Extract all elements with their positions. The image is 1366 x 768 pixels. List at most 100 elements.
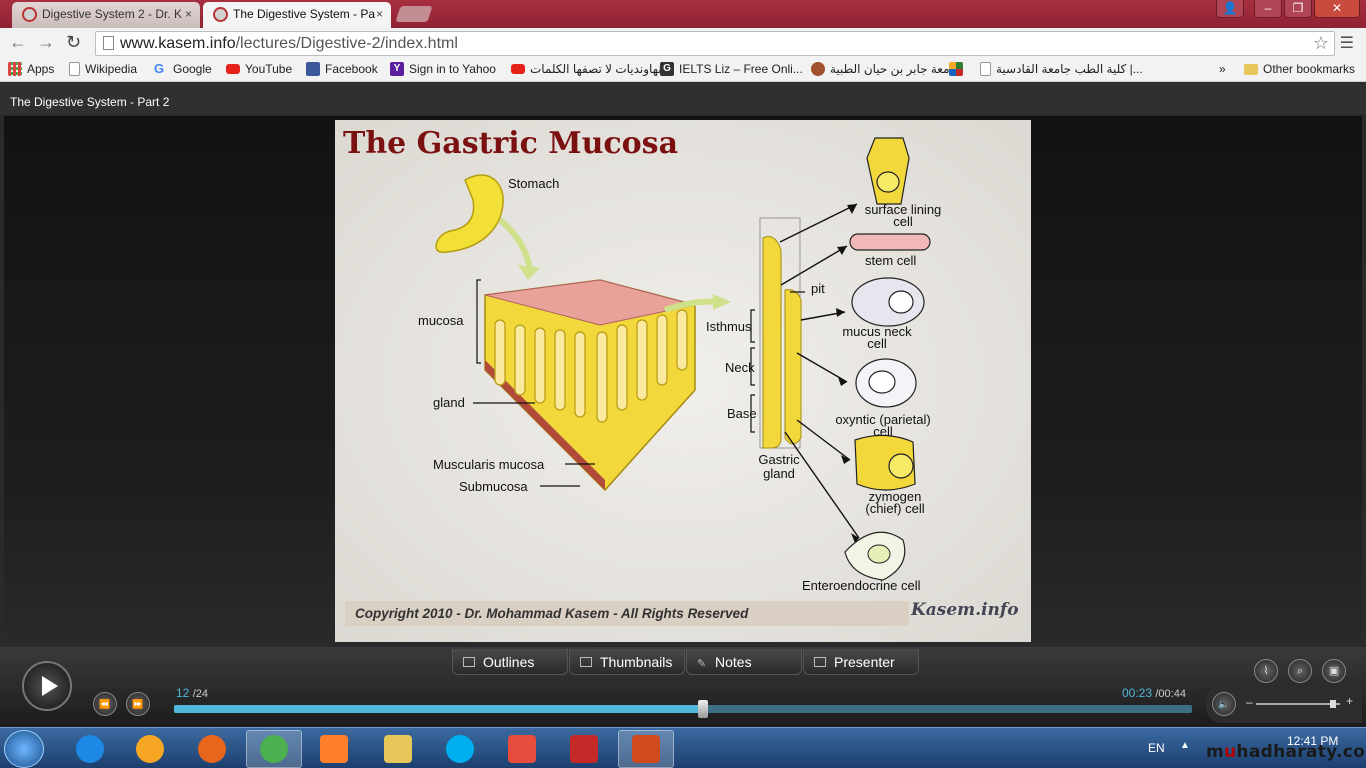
bookmark-label: YouTube (245, 62, 293, 76)
taskbar-app-internet-explorer[interactable] (62, 730, 118, 768)
volume-minus-icon[interactable]: – (1246, 695, 1253, 709)
kasem-favicon-icon (22, 7, 37, 22)
tab-thumbnails[interactable]: Thumbnails (569, 649, 685, 675)
volume-handle[interactable] (1330, 700, 1336, 708)
reload-button[interactable]: ↻ (66, 32, 81, 53)
university-icon (811, 62, 825, 76)
tab-notes[interactable]: ✎ Notes (686, 649, 802, 675)
browser-toolbar: ← → ↻ www.kasem.info/lectures/Digestive-… (0, 28, 1366, 58)
url-path: /lectures/Digestive-2/index.html (235, 35, 458, 52)
back-button[interactable]: ← (9, 32, 27, 53)
tab-outlines[interactable]: Outlines (452, 649, 568, 675)
seek-bar[interactable] (174, 700, 1192, 718)
bookmark-facebook[interactable]: Facebook (306, 62, 378, 76)
new-tab-button[interactable] (395, 6, 433, 22)
volume-plus-icon[interactable]: + (1346, 694, 1353, 708)
fullscreen-icon[interactable]: ▣ (1322, 659, 1346, 683)
seek-handle[interactable] (698, 700, 708, 718)
bookmark-google[interactable]: G Google (154, 61, 212, 77)
presentation-title: The Digestive System - Part 2 (10, 95, 170, 109)
taskbar-app-weather[interactable] (122, 730, 178, 768)
tab-digestive-system-2[interactable]: Digestive System 2 - Dr. K × (12, 2, 200, 28)
next-slide-button[interactable]: ⏩ (126, 692, 150, 716)
taskbar-app-skype[interactable] (432, 730, 488, 768)
label-gland: gland (433, 395, 465, 410)
maximize-button[interactable]: ❐ (1284, 0, 1312, 18)
show-hidden-icons-icon[interactable]: ▲ (1180, 740, 1190, 751)
label-base: Base (727, 406, 757, 421)
folder-icon (1244, 63, 1258, 75)
taskbar-app-powerpoint[interactable] (618, 730, 674, 768)
player-control-bar: Outlines Thumbnails ✎ Notes Presenter ⏪ … (0, 647, 1366, 727)
tab-the-digestive-system[interactable]: The Digestive System - Pa × (203, 2, 391, 28)
label-mucosa: mucosa (418, 313, 464, 328)
bookmark-youtube[interactable]: YouTube (226, 62, 292, 76)
time-total: /00:44 (1155, 688, 1186, 700)
previous-slide-button[interactable]: ⏪ (93, 692, 117, 716)
bookmark-apps[interactable]: Apps (8, 62, 54, 76)
bookmark-jabir-university[interactable]: جامعة جابر بن حيان الطبية (811, 62, 961, 76)
language-indicator[interactable]: EN (1148, 741, 1165, 755)
bookmark-nahawandiyat[interactable]: نهاونديات لا تصفها الكلمات... (511, 62, 672, 76)
windows-start-button[interactable] (4, 730, 44, 768)
tab-close-icon[interactable]: × (376, 2, 383, 26)
bookmark-label: كلية الطب جامعة القادسية |... (996, 62, 1143, 76)
label-zymogen-chief-cell: zymogen (chief) cell (865, 489, 925, 516)
taskbar-app-file-explorer[interactable] (370, 730, 426, 768)
firefox-icon (198, 735, 226, 763)
outline-list-icon (463, 656, 475, 667)
copyright-text: Copyright 2010 - Dr. Mohammad Kasem - Al… (355, 606, 749, 621)
presenter-icon (814, 656, 826, 667)
notes-pencil-icon: ✎ (697, 657, 707, 670)
tab-close-icon[interactable]: × (185, 2, 192, 26)
taskbar-app-firefox[interactable] (184, 730, 240, 768)
chrome-icon (260, 735, 288, 763)
total-slides: /24 (192, 688, 208, 700)
gastric-mucosa-diagram (335, 120, 1031, 642)
speaker-icon[interactable]: 🔈 (1212, 692, 1236, 716)
apps-grid-icon (8, 62, 22, 76)
bookmark-label: IELTS Liz – Free Onli... (679, 62, 803, 76)
bookmarks-bar: Apps Wikipedia G Google YouTube Facebook… (0, 58, 1366, 82)
user-icon[interactable]: 👤 (1216, 0, 1244, 18)
bookmark-star-icon[interactable]: ☆ (1313, 32, 1329, 55)
bookmark-site[interactable] (949, 62, 968, 76)
bookmark-label: Sign in to Yahoo (409, 62, 496, 76)
other-bookmarks[interactable]: Other bookmarks (1244, 62, 1355, 76)
tab-strip: Digestive System 2 - Dr. K × The Digesti… (0, 0, 1366, 28)
taskbar-app-t-app[interactable] (494, 730, 550, 768)
tab-presenter[interactable]: Presenter (803, 649, 919, 675)
bookmark-yahoo[interactable]: Y Sign in to Yahoo (390, 62, 496, 76)
taskbar-app-acrobat[interactable] (556, 730, 612, 768)
windows-taskbar: EN ▲ 12:41 PM (0, 727, 1366, 768)
youtube-icon (511, 64, 525, 74)
minimize-button[interactable]: – (1254, 0, 1282, 18)
play-button[interactable] (22, 661, 72, 711)
slide-title: The Gastric Mucosa (343, 126, 679, 161)
taskbar-app-media-player[interactable] (306, 730, 362, 768)
watermark: muhadharaty.com (1206, 742, 1366, 762)
t-app-icon (508, 735, 536, 763)
forward-button[interactable]: → (37, 32, 55, 53)
bookmark-label: Google (173, 62, 212, 76)
address-bar[interactable]: www.kasem.info/lectures/Digestive-2/inde… (95, 31, 1335, 56)
bookmark-qadisiyah-medicine[interactable]: كلية الطب جامعة القادسية |... (980, 62, 1143, 76)
label-pit: pit (811, 281, 825, 296)
url-host: www.kasem.info (120, 35, 236, 52)
close-window-button[interactable]: ✕ (1314, 0, 1360, 18)
tab-label: The Digestive System - Pa (233, 7, 376, 21)
window-controls: 👤 – ❐ ✕ (1214, 0, 1360, 18)
zoom-magnifier-icon[interactable]: ⌕ (1288, 659, 1312, 683)
bookmark-ielts-liz[interactable]: G IELTS Liz – Free Onli... (660, 62, 803, 76)
more-bookmarks-chevron-icon[interactable]: » (1219, 62, 1226, 76)
media-player-icon (320, 735, 348, 763)
label-stomach: Stomach (508, 176, 560, 191)
attachments-icon[interactable]: ⌇ (1254, 659, 1278, 683)
site-icon (949, 62, 963, 76)
google-icon: G (154, 61, 165, 76)
volume-slider[interactable] (1256, 700, 1340, 708)
bookmark-wikipedia[interactable]: Wikipedia (69, 62, 137, 76)
bookmark-label: نهاونديات لا تصفها الكلمات... (530, 62, 672, 76)
chrome-menu-icon[interactable]: ☰ (1340, 33, 1354, 53)
taskbar-app-chrome[interactable] (246, 730, 302, 768)
